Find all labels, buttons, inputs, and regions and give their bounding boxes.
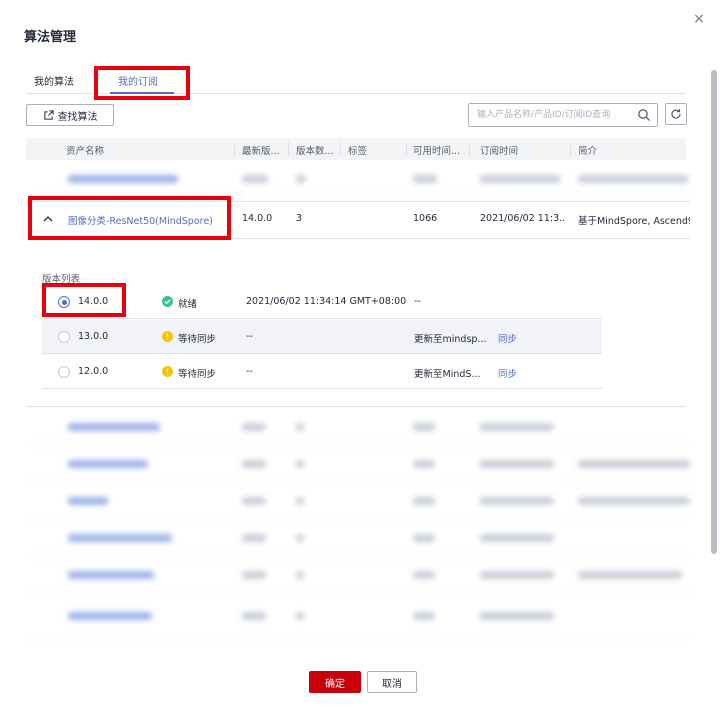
asset-name-link[interactable]: 图像分类-ResNet50(MindSpore)	[68, 213, 213, 227]
find-algorithm-button[interactable]: 查找算法	[26, 104, 114, 126]
version-number: 13.0.0	[78, 331, 109, 342]
find-algorithm-label: 查找算法	[57, 111, 98, 123]
version-note: 更新至mindsp...	[414, 334, 486, 345]
version-row[interactable]: 13.0.0 等待同步 -- 更新至mindsp... 同步	[42, 320, 602, 354]
column-divider	[234, 142, 235, 156]
table-row-blurred	[26, 483, 690, 519]
active-tab-indicator	[110, 92, 174, 94]
column-description[interactable]: 简介	[578, 143, 597, 157]
confirm-button[interactable]: 确定	[309, 671, 361, 693]
table-row-expanded[interactable]: 图像分类-ResNet50(MindSpore) 14.0.0 3 1066 2…	[26, 201, 690, 239]
scrollbar-thumb[interactable]	[711, 70, 717, 554]
tab-my-subscriptions[interactable]: 我的订阅	[118, 73, 158, 88]
dialog-title: 算法管理	[24, 30, 77, 45]
version-radio[interactable]	[58, 366, 70, 378]
sync-link[interactable]: 同步	[498, 331, 517, 345]
version-count-cell: 3	[296, 213, 303, 224]
cancel-button[interactable]: 取消	[367, 671, 417, 693]
version-row[interactable]: 12.0.0 等待同步 -- 更新至MindS... 同步	[42, 355, 602, 389]
external-link-icon	[43, 109, 54, 120]
column-subscribe-time[interactable]: 订阅时间	[480, 143, 518, 157]
table-row-blurred	[26, 557, 690, 593]
close-icon[interactable]: ×	[690, 10, 708, 28]
search-field[interactable]	[468, 103, 658, 127]
warning-status-icon	[162, 331, 173, 342]
version-status: 等待同步	[178, 369, 217, 380]
table-row-blurred	[26, 520, 690, 556]
table-row-blurred	[26, 409, 690, 445]
warning-status-icon	[162, 366, 173, 377]
version-note: 更新至MindS...	[414, 369, 481, 380]
version-list-label: 版本列表	[42, 274, 81, 285]
tab-my-algorithms[interactable]: 我的算法	[34, 73, 74, 88]
version-radio-selected[interactable]	[58, 296, 70, 308]
column-version-count[interactable]: 版本数...	[296, 143, 334, 157]
table-row-blurred	[26, 594, 690, 638]
version-time: 2021/06/02 11:34:14 GMT+08:00	[246, 296, 407, 307]
refresh-button[interactable]	[665, 103, 687, 125]
ready-status-icon	[162, 296, 173, 307]
column-divider	[469, 142, 470, 156]
version-note: --	[414, 296, 421, 307]
description-cell: 基于MindSpore, Ascend9	[578, 216, 690, 227]
column-latest-version[interactable]: 最新版...	[242, 143, 280, 157]
version-status: 就绪	[178, 299, 198, 310]
tab-bar: 我的算法 我的订阅	[26, 68, 686, 94]
algorithm-management-dialog: 算法管理 × 我的算法 我的订阅 查找算法 资产名称 最新版... 版本数...	[0, 0, 720, 719]
column-divider	[288, 142, 289, 156]
column-divider	[570, 142, 571, 156]
available-time-cell: 1066	[413, 213, 438, 224]
chevron-up-icon[interactable]	[42, 213, 54, 225]
column-divider	[340, 142, 341, 156]
version-row[interactable]: 14.0.0 就绪 2021/06/02 11:34:14 GMT+08:00 …	[42, 285, 602, 319]
version-time: --	[246, 366, 253, 377]
version-number: 14.0.0	[78, 296, 109, 307]
search-input[interactable]	[469, 104, 629, 126]
sync-link[interactable]: 同步	[498, 366, 517, 380]
version-number: 12.0.0	[78, 366, 109, 377]
column-asset-name[interactable]: 资产名称	[66, 143, 104, 157]
column-divider	[406, 142, 407, 156]
table-row-blurred	[26, 446, 690, 482]
column-available-time[interactable]: 可用时间...	[413, 143, 460, 157]
table-row-blurred	[26, 161, 690, 197]
column-tags[interactable]: 标签	[348, 143, 367, 157]
row-divider	[26, 406, 686, 407]
version-time: --	[246, 331, 253, 342]
subscribe-time-cell: 2021/06/02 11:3...	[480, 213, 564, 224]
version-radio[interactable]	[58, 331, 70, 343]
latest-version-cell: 14.0.0	[242, 213, 273, 224]
search-icon[interactable]	[637, 108, 651, 122]
table-header: 资产名称 最新版... 版本数... 标签 可用时间... 订阅时间 简介	[26, 138, 686, 160]
version-status: 等待同步	[178, 334, 217, 345]
refresh-icon	[671, 109, 681, 119]
